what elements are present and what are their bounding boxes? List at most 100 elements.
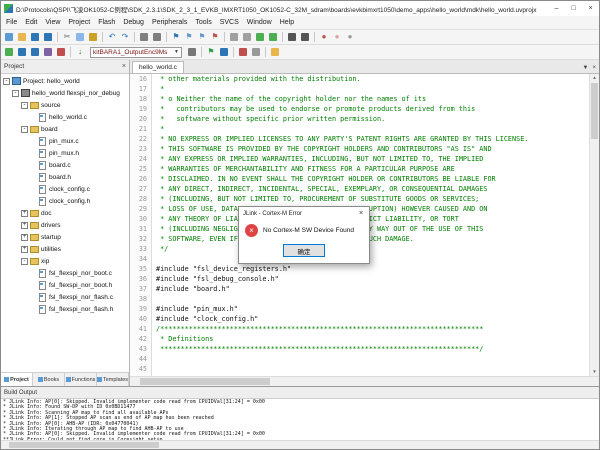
tree-item-source[interactable]: -source <box>1 99 129 111</box>
ok-button[interactable]: 确定 <box>283 244 325 257</box>
find-icon[interactable] <box>286 31 298 43</box>
tree-item-startup[interactable]: +startup <box>1 231 129 243</box>
collapse-icon[interactable]: - <box>21 102 28 109</box>
expand-icon[interactable]: + <box>21 246 28 253</box>
collapse-icon[interactable]: - <box>21 258 28 265</box>
tree-item-xip[interactable]: -xip <box>1 255 129 267</box>
menu-project[interactable]: Project <box>64 19 94 26</box>
bookmark-icon[interactable]: ⚑ <box>170 31 182 43</box>
menu-flash[interactable]: Flash <box>94 19 119 26</box>
panel-tab-books[interactable]: Books <box>33 373 65 386</box>
tree-item-fsl-flexspi-nor-flash-h[interactable]: fsl_flexspi_nor_flash.h <box>1 303 129 315</box>
scroll-up-icon[interactable]: ▲ <box>590 74 599 82</box>
close-icon[interactable]: × <box>582 2 599 16</box>
tree-item-board[interactable]: -board <box>1 123 129 135</box>
menu-peripherals[interactable]: Peripherals <box>148 19 191 26</box>
target-options-icon[interactable] <box>186 46 198 58</box>
expand-icon[interactable]: + <box>21 234 28 241</box>
tree-item-pin-mux-h[interactable]: pin_mux.h <box>1 147 129 159</box>
tree-item-clock-config-c[interactable]: clock_config.c <box>1 183 129 195</box>
tree-item-doc[interactable]: +doc <box>1 207 129 219</box>
tree-item-drivers[interactable]: +drivers <box>1 219 129 231</box>
editor-horizontal-scrollbar[interactable] <box>130 376 599 386</box>
collapse-icon[interactable]: - <box>3 78 10 85</box>
expand-icon[interactable]: + <box>21 222 28 229</box>
insert-breakpoint-icon[interactable]: ● <box>318 31 330 43</box>
tree-item-board-c[interactable]: board.c <box>1 159 129 171</box>
target-select[interactable]: kitBARA1_OutputEnc9Ms ▼ <box>90 47 182 58</box>
comment-icon[interactable] <box>254 31 266 43</box>
flag-icon[interactable]: ⚑ <box>205 46 217 58</box>
tree-item-hello-world-flexspi-nor-debug[interactable]: -hello_world flexspi_nor_debug <box>1 87 129 99</box>
scrollbar-thumb[interactable] <box>140 378 270 385</box>
batch-build-icon[interactable] <box>42 46 54 58</box>
configure-flash-icon[interactable] <box>218 46 230 58</box>
scrollbar-thumb[interactable] <box>9 442 159 448</box>
tree-item-fsl-flexspi-nor-boot-c[interactable]: fsl_flexspi_nor_boot.c <box>1 267 129 279</box>
menu-debug[interactable]: Debug <box>119 19 148 26</box>
tree-item-utilities[interactable]: +utilities <box>1 243 129 255</box>
clear-bookmarks-icon[interactable]: ⚑ <box>209 31 221 43</box>
next-bookmark-icon[interactable]: ⚑ <box>196 31 208 43</box>
tree-item-fsl-flexspi-nor-flash-c[interactable]: fsl_flexspi_nor_flash.c <box>1 291 129 303</box>
menu-edit[interactable]: Edit <box>21 19 41 26</box>
dialog-close-icon[interactable]: × <box>353 210 369 217</box>
tab-close-icon[interactable]: × <box>592 65 596 71</box>
navigate-back-icon[interactable] <box>138 31 150 43</box>
minimize-icon[interactable]: – <box>548 2 565 16</box>
build-icon[interactable] <box>16 46 28 58</box>
indent-icon[interactable] <box>228 31 240 43</box>
menu-tools[interactable]: Tools <box>191 19 215 26</box>
panel-tab-functions[interactable]: Functions <box>65 373 97 386</box>
tree-item-fsl-flexspi-nor-boot-h[interactable]: fsl_flexspi_nor_boot.h <box>1 279 129 291</box>
panel-close-icon[interactable]: × <box>122 63 126 70</box>
tree-item-project-hello-world[interactable]: -Project: hello_world <box>1 75 129 87</box>
save-icon[interactable] <box>29 31 41 43</box>
editor-vertical-scrollbar[interactable]: ▲ ▼ <box>589 74 599 376</box>
scroll-down-icon[interactable]: ▼ <box>590 368 599 376</box>
project-tree[interactable]: -Project: hello_world-hello_world flexsp… <box>1 74 129 372</box>
paste-icon[interactable] <box>87 31 99 43</box>
menu-window[interactable]: Window <box>243 19 276 26</box>
stop-build-icon[interactable] <box>55 46 67 58</box>
copy-icon[interactable] <box>74 31 86 43</box>
navigate-forward-icon[interactable] <box>151 31 163 43</box>
panel-tab-templates[interactable]: Templates <box>97 373 129 386</box>
previous-bookmark-icon[interactable]: ⚑ <box>183 31 195 43</box>
tab-list-icon[interactable]: ▼ <box>583 65 589 71</box>
tree-item-pin-mux-c[interactable]: pin_mux.c <box>1 135 129 147</box>
panel-tab-project[interactable]: Project <box>1 373 33 386</box>
undo-icon[interactable]: ↶ <box>106 31 118 43</box>
tree-item-hello-world-c[interactable]: hello_world.c <box>1 111 129 123</box>
rebuild-icon[interactable] <box>29 46 41 58</box>
outdent-icon[interactable] <box>241 31 253 43</box>
maximize-icon[interactable]: □ <box>565 2 582 16</box>
collapse-icon[interactable]: - <box>12 90 19 97</box>
open-folder-icon[interactable] <box>16 31 28 43</box>
save-all-icon[interactable] <box>42 31 54 43</box>
tab-hello-world-c[interactable]: hello_world.c <box>132 61 184 73</box>
find-in-files-icon[interactable] <box>299 31 311 43</box>
scrollbar-thumb[interactable] <box>591 83 598 139</box>
tree-item-clock-config-h[interactable]: clock_config.h <box>1 195 129 207</box>
redo-icon[interactable]: ↷ <box>119 31 131 43</box>
kill-all-icon[interactable] <box>250 46 262 58</box>
translate-icon[interactable] <box>3 46 15 58</box>
disable-breakpoint-icon[interactable]: ● <box>331 31 343 43</box>
download-icon[interactable]: ↓ <box>74 46 86 58</box>
start-debug-icon[interactable] <box>237 46 249 58</box>
manage-run-time-environment-icon[interactable] <box>269 46 281 58</box>
cut-icon[interactable]: ✂ <box>61 31 73 43</box>
expand-icon[interactable]: + <box>21 210 28 217</box>
menu-file[interactable]: File <box>2 19 21 26</box>
menu-svcs[interactable]: SVCS <box>216 19 243 26</box>
menu-view[interactable]: View <box>41 19 64 26</box>
tree-item-board-h[interactable]: board.h <box>1 171 129 183</box>
build-output-scrollbar[interactable] <box>1 440 599 449</box>
code-line: 36#include "fsl_debug_console.h" <box>130 274 589 284</box>
collapse-icon[interactable]: - <box>21 126 28 133</box>
menu-help[interactable]: Help <box>276 19 298 26</box>
new-file-icon[interactable] <box>3 31 15 43</box>
uncomment-icon[interactable] <box>267 31 279 43</box>
kill-breakpoints-icon[interactable]: ● <box>344 31 356 43</box>
